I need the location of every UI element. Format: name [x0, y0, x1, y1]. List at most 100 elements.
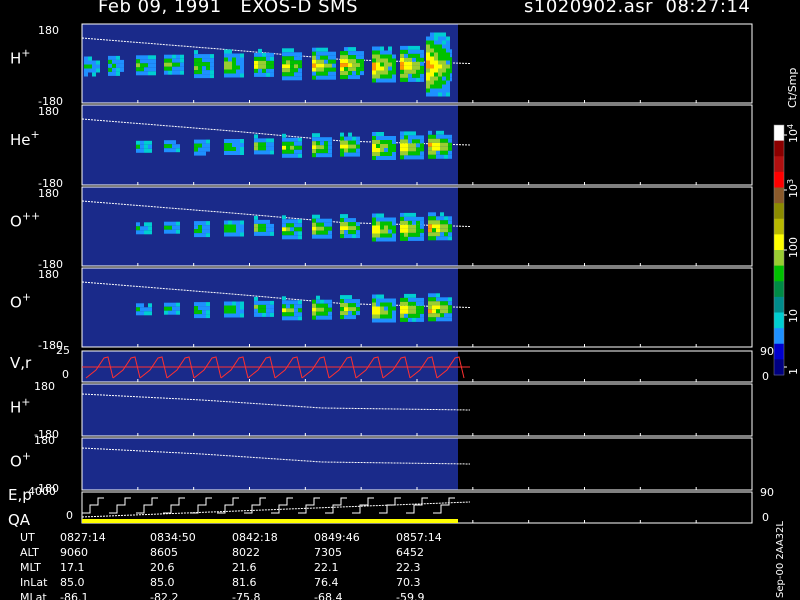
spectral-cell: [206, 58, 210, 63]
spectral-cell: [228, 73, 232, 78]
spectral-cell: [384, 310, 388, 315]
spectral-cell: [428, 142, 432, 147]
spectral-cell: [176, 54, 180, 59]
spectral-cell: [352, 234, 356, 239]
spectral-cell: [384, 54, 388, 59]
spectral-cell: [380, 318, 384, 323]
spectral-cell: [316, 145, 320, 150]
spectral-cell: [172, 144, 176, 149]
spectral-cell: [444, 216, 448, 221]
spectral-cell: [316, 149, 320, 154]
spectral-cell: [286, 300, 290, 305]
spectral-cell: [384, 50, 388, 55]
spectral-cell: [384, 221, 388, 226]
spectral-cell: [254, 64, 258, 69]
spectral-cell: [388, 237, 392, 242]
spectral-cell: [376, 156, 380, 160]
spectral-cell: [432, 305, 436, 310]
spectral-cell: [348, 234, 352, 239]
spectral-cell: [194, 50, 198, 55]
spectral-cell: [298, 60, 302, 65]
spectral-cell: [388, 306, 392, 311]
spectral-cell: [282, 231, 286, 236]
spectral-cell: [388, 78, 392, 83]
spectral-cell: [388, 318, 392, 323]
spectral-cell: [286, 227, 290, 232]
spectral-cell: [316, 311, 320, 316]
spectral-cell: [240, 220, 244, 225]
spectral-cell: [446, 52, 450, 57]
spectral-cell: [194, 221, 198, 226]
spectral-cell: [294, 141, 298, 146]
spectral-cell: [348, 315, 352, 320]
spectral-cell: [400, 224, 404, 229]
spectral-cell: [236, 232, 240, 237]
spectral-cell: [442, 76, 446, 81]
spectral-cell: [84, 60, 88, 65]
spectral-cell: [344, 75, 348, 80]
spectral-cell: [298, 141, 302, 146]
spectral-cell: [376, 140, 380, 144]
ephemeris-value: 85.0: [150, 576, 175, 589]
ephemeris-value: -86.1: [60, 591, 88, 600]
spectral-cell: [384, 140, 388, 144]
spectral-cell: [412, 53, 416, 58]
spectral-cell: [240, 53, 244, 58]
spectral-cell: [448, 297, 452, 302]
spectral-cell: [340, 222, 344, 227]
spectral-cell: [400, 313, 404, 318]
spectral-cell: [202, 302, 206, 307]
spectral-cell: [198, 66, 202, 71]
spectral-cell: [290, 68, 294, 73]
spectral-cell: [344, 295, 348, 300]
spectral-cell: [380, 221, 384, 226]
spectral-cell: [380, 233, 384, 238]
spectral-cell: [290, 304, 294, 309]
spectral-cell: [320, 75, 324, 80]
spectral-cell: [240, 151, 244, 155]
spectral-cell: [420, 216, 424, 221]
spectral-cell: [140, 226, 144, 231]
spectral-cell: [282, 76, 286, 81]
spectral-cell: [176, 70, 180, 75]
spectral-cell: [444, 138, 448, 143]
spectral-cell: [440, 232, 444, 237]
spectral-cell: [84, 72, 88, 77]
spectral-cell: [324, 303, 328, 308]
spectral-cell: [240, 305, 244, 310]
spectral-cell: [290, 149, 294, 154]
spectral-cell: [372, 50, 376, 55]
spectral-cell: [372, 156, 376, 160]
spectral-cell: [240, 61, 244, 66]
figure-title: Feb 09, 1991 EXOS-D SMS: [98, 0, 359, 17]
spectral-cell: [432, 313, 436, 318]
spectral-cell: [448, 216, 452, 221]
spectral-cell: [316, 230, 320, 235]
spectral-cell: [372, 302, 376, 307]
spectral-cell: [430, 72, 434, 77]
spectral-cell: [400, 77, 404, 82]
spectral-cell: [92, 72, 96, 77]
spectral-cell: [92, 68, 96, 73]
panel-label-sup: +: [22, 450, 31, 463]
spectral-cell: [448, 224, 452, 229]
spectral-cell: [420, 57, 424, 62]
spectral-cell: [392, 225, 396, 230]
spectral-blob: [136, 140, 152, 153]
spectral-cell: [438, 76, 442, 81]
spectral-cell: [254, 60, 258, 65]
spectral-cell: [140, 55, 144, 60]
spectral-cell: [254, 227, 258, 232]
spectral-cell: [442, 48, 446, 53]
spectral-cell: [344, 71, 348, 76]
spectral-blob: [426, 32, 450, 97]
spectral-cell: [360, 55, 364, 60]
spectral-cell: [232, 151, 236, 155]
spectral-cell: [210, 66, 214, 71]
spectral-cell: [286, 52, 290, 57]
spectral-cell: [258, 227, 262, 232]
spectral-cell: [282, 149, 286, 154]
spectral-cell: [298, 227, 302, 232]
spectral-cell: [328, 55, 332, 60]
spectral-cell: [228, 49, 232, 54]
